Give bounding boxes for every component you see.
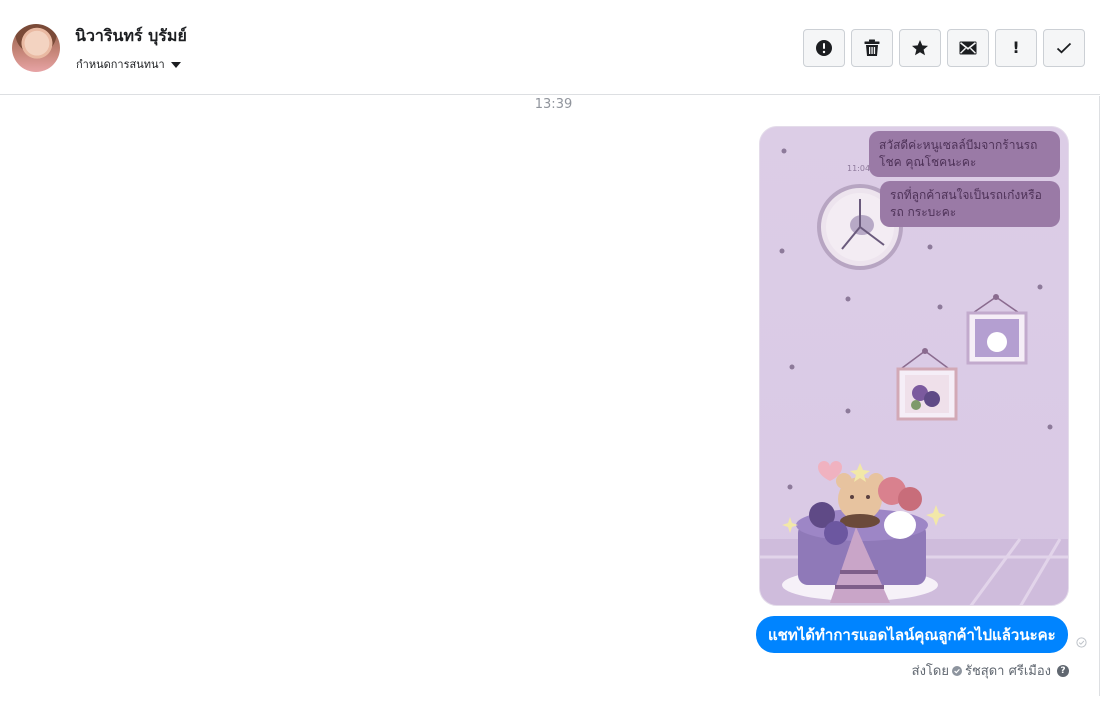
outgoing-message-bubble[interactable]: แชทได้ทำการแอดไลน์คุณลูกค้าไปแล้วนะคะ <box>756 616 1068 653</box>
image-inner-bubble: รถที่ลูกค้าสนใจเป็นรถเก๋งหรือรถ กระบะคะ <box>880 181 1060 227</box>
sent-check-icon <box>1076 637 1087 648</box>
verified-check-icon <box>951 665 962 676</box>
contact-avatar[interactable] <box>12 24 60 72</box>
mark-unread-button[interactable] <box>947 29 989 67</box>
image-inner-bubble: สวัสดีค่ะหนูเซลล์บีมจากร้านรถโชค คุณโชคน… <box>869 131 1060 177</box>
conversation-settings-label: กำหนดการสนทนา <box>76 58 165 71</box>
message-timestamp: 13:39 <box>534 97 573 112</box>
mark-done-button[interactable] <box>1043 29 1085 67</box>
alert-circle-icon <box>816 40 832 56</box>
caret-down-icon <box>170 61 181 68</box>
check-icon <box>1056 42 1072 54</box>
image-inner-timestamp: 11:04 <box>847 164 871 173</box>
conversation-toolbar: ! <box>803 29 1085 67</box>
trash-icon <box>864 39 880 56</box>
help-icon[interactable]: ? <box>1057 664 1069 677</box>
follow-up-button[interactable]: ! <box>995 29 1037 67</box>
delete-button[interactable] <box>851 29 893 67</box>
conversation-header: นิวารินทร์ บุรัมย์ กำหนดการสนทนา ! <box>0 0 1100 95</box>
star-button[interactable] <box>899 29 941 67</box>
star-icon <box>912 40 928 56</box>
sender-name[interactable]: รัชสุดา ศรีเมือง <box>965 660 1051 681</box>
envelope-icon <box>959 41 977 55</box>
image-message[interactable]: 11:04 สวัสดีค่ะหนูเซลล์บีมจากร้านรถโชค ค… <box>759 126 1069 606</box>
sent-by-label: ส่งโดย <box>911 664 949 679</box>
report-spam-button[interactable] <box>803 29 845 67</box>
conversation-settings-dropdown[interactable]: กำหนดการสนทนา <box>76 55 181 73</box>
sent-by-row: ส่งโดย รัชสุดา ศรีเมือง ? <box>912 660 1069 681</box>
exclamation-icon: ! <box>1012 38 1020 57</box>
contact-name[interactable]: นิวารินทร์ บุรัมย์ <box>75 24 187 49</box>
